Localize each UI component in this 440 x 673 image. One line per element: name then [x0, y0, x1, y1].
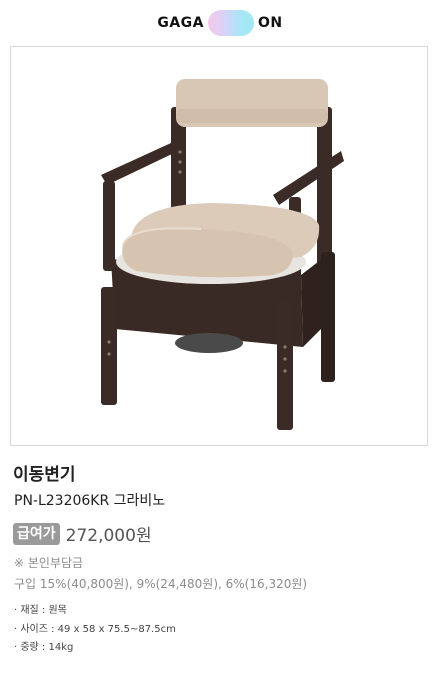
- spec-weight: · 중량 : 14kg: [14, 642, 74, 653]
- brand-word-left: GAGA: [157, 15, 205, 31]
- price-row: 급여가 272,000원: [13, 521, 152, 546]
- product-model: PN-L23206KR 그라비노: [14, 493, 166, 509]
- copay-heading: ※ 본인부담금: [14, 556, 84, 570]
- product-price: 272,000원: [65, 526, 152, 546]
- product-title: 이동변기: [13, 465, 76, 485]
- brand-logo[interactable]: GAGA ON: [0, 9, 440, 37]
- header: GAGA ON: [0, 0, 440, 44]
- coverage-badge: 급여가: [13, 522, 60, 545]
- copay-detail: 구입 15%(40,800원), 9%(24,480원), 6%(16,320원…: [14, 577, 308, 591]
- spec-material: · 재질 : 원목: [14, 605, 67, 616]
- spec-size: · 사이즈 : 49 x 58 x 75.5~87.5cm: [14, 624, 176, 635]
- product-image[interactable]: [10, 46, 428, 446]
- brand-word-right: ON: [258, 15, 283, 31]
- brand-logo-pill: [208, 10, 255, 36]
- commode-chair-image: [101, 79, 344, 430]
